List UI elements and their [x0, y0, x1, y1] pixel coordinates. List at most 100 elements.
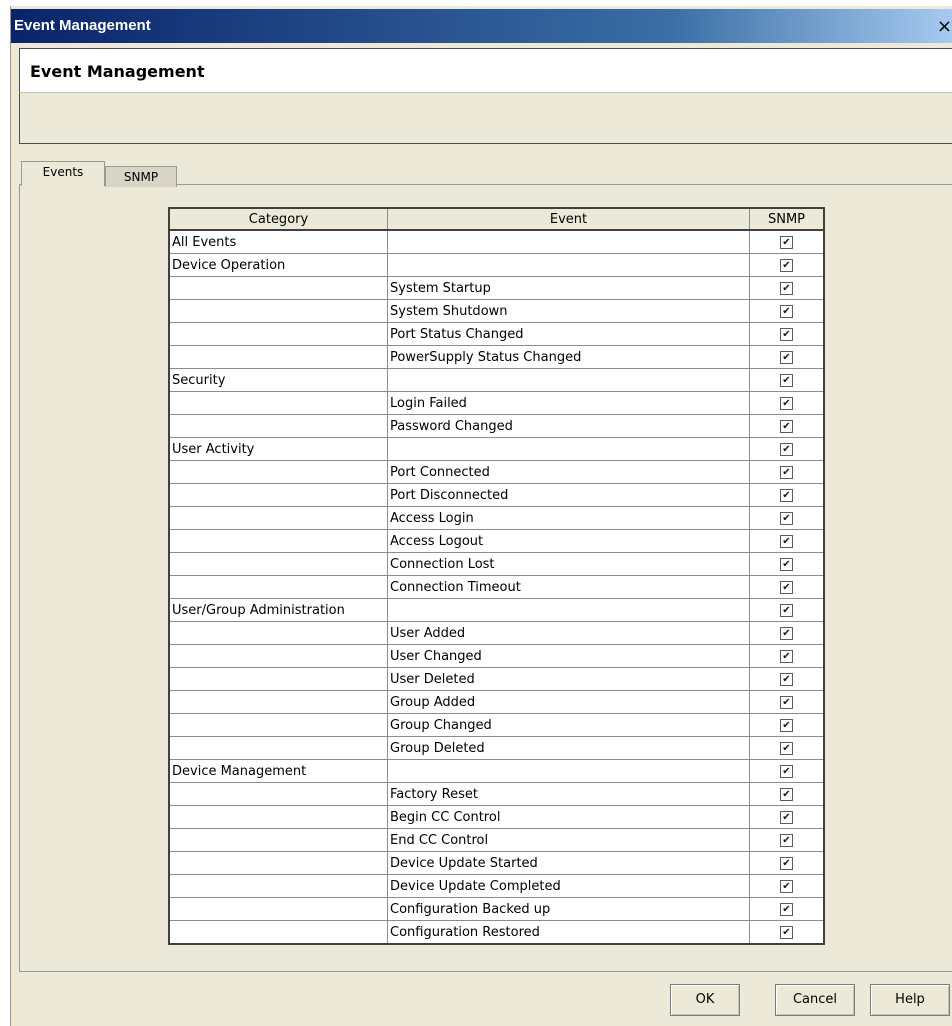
event-cell: Port Disconnected: [387, 483, 750, 507]
snmp-checkbox[interactable]: ✔: [780, 810, 793, 824]
table-row[interactable]: User Added ✔: [168, 621, 825, 645]
snmp-cell: ✔: [749, 253, 825, 277]
snmp-checkbox[interactable]: ✔: [780, 580, 793, 594]
table-row[interactable]: Group Deleted ✔: [168, 736, 825, 760]
snmp-cell: ✔: [749, 621, 825, 645]
snmp-checkbox[interactable]: ✔: [780, 350, 793, 364]
category-cell: [168, 575, 388, 599]
column-header-snmp[interactable]: SNMP: [749, 207, 825, 231]
event-cell: Begin CC Control: [387, 805, 750, 829]
table-row[interactable]: PowerSupply Status Changed ✔: [168, 345, 825, 369]
event-cell: Port Status Changed: [387, 322, 750, 346]
table-row[interactable]: Security ✔: [168, 368, 825, 392]
table-row[interactable]: Configuration Restored ✔: [168, 920, 825, 945]
snmp-cell: ✔: [749, 391, 825, 415]
snmp-checkbox[interactable]: ✔: [780, 718, 793, 732]
table-row[interactable]: User Changed ✔: [168, 644, 825, 668]
table-row[interactable]: System Shutdown ✔: [168, 299, 825, 323]
snmp-checkbox[interactable]: ✔: [780, 649, 793, 663]
table-row[interactable]: Group Changed ✔: [168, 713, 825, 737]
table-row[interactable]: Port Status Changed ✔: [168, 322, 825, 346]
table-row[interactable]: Device Operation ✔: [168, 253, 825, 277]
category-cell: Security: [168, 368, 388, 392]
snmp-cell: ✔: [749, 713, 825, 737]
snmp-cell: ✔: [749, 529, 825, 553]
table-row[interactable]: Port Connected ✔: [168, 460, 825, 484]
snmp-cell: ✔: [749, 851, 825, 875]
table-row[interactable]: Configuration Backed up ✔: [168, 897, 825, 921]
title-bar[interactable]: Event Management ×: [11, 9, 952, 43]
table-header-row: Category Event SNMP: [168, 207, 825, 231]
snmp-checkbox[interactable]: ✔: [780, 534, 793, 548]
table-row[interactable]: User Activity ✔: [168, 437, 825, 461]
table-row[interactable]: Device Update Started ✔: [168, 851, 825, 875]
category-cell: User Activity: [168, 437, 388, 461]
tab-snmp[interactable]: SNMP: [105, 166, 177, 187]
help-button[interactable]: Help: [870, 984, 950, 1016]
table-row[interactable]: System Startup ✔: [168, 276, 825, 300]
snmp-checkbox[interactable]: ✔: [780, 879, 793, 893]
snmp-checkbox[interactable]: ✔: [780, 327, 793, 341]
snmp-cell: ✔: [749, 644, 825, 668]
table-row[interactable]: Device Management ✔: [168, 759, 825, 783]
snmp-checkbox[interactable]: ✔: [780, 672, 793, 686]
snmp-checkbox[interactable]: ✔: [780, 925, 793, 939]
event-cell: User Added: [387, 621, 750, 645]
snmp-checkbox[interactable]: ✔: [780, 603, 793, 617]
table-row[interactable]: Begin CC Control ✔: [168, 805, 825, 829]
snmp-checkbox[interactable]: ✔: [780, 373, 793, 387]
snmp-checkbox[interactable]: ✔: [780, 442, 793, 456]
snmp-checkbox[interactable]: ✔: [780, 626, 793, 640]
table-row[interactable]: Access Logout ✔: [168, 529, 825, 553]
page-title: Event Management: [30, 62, 205, 81]
category-cell: [168, 667, 388, 691]
snmp-cell: ✔: [749, 690, 825, 714]
snmp-checkbox[interactable]: ✔: [780, 902, 793, 916]
table-row[interactable]: User/Group Administration ✔: [168, 598, 825, 622]
snmp-checkbox[interactable]: ✔: [780, 695, 793, 709]
close-icon[interactable]: ×: [937, 16, 952, 37]
tab-events[interactable]: Events: [21, 161, 105, 186]
snmp-checkbox[interactable]: ✔: [780, 281, 793, 295]
table-row[interactable]: Factory Reset ✔: [168, 782, 825, 806]
snmp-checkbox[interactable]: ✔: [780, 833, 793, 847]
table-row[interactable]: User Deleted ✔: [168, 667, 825, 691]
snmp-checkbox[interactable]: ✔: [780, 511, 793, 525]
table-row[interactable]: Connection Lost ✔: [168, 552, 825, 576]
snmp-checkbox[interactable]: ✔: [780, 258, 793, 272]
table-row[interactable]: Password Changed ✔: [168, 414, 825, 438]
category-cell: [168, 782, 388, 806]
event-cell: Connection Lost: [387, 552, 750, 576]
table-row[interactable]: End CC Control ✔: [168, 828, 825, 852]
snmp-checkbox[interactable]: ✔: [780, 741, 793, 755]
snmp-checkbox[interactable]: ✔: [780, 419, 793, 433]
snmp-checkbox[interactable]: ✔: [780, 764, 793, 778]
event-management-dialog: Event Management × Event Management Even…: [10, 6, 952, 1026]
snmp-checkbox[interactable]: ✔: [780, 488, 793, 502]
header-description-area: [19, 92, 952, 144]
table-row[interactable]: All Events ✔: [168, 229, 825, 254]
snmp-checkbox[interactable]: ✔: [780, 304, 793, 318]
category-cell: Device Management: [168, 759, 388, 783]
table-row[interactable]: Port Disconnected ✔: [168, 483, 825, 507]
table-row[interactable]: Group Added ✔: [168, 690, 825, 714]
cancel-button[interactable]: Cancel: [775, 984, 855, 1016]
snmp-checkbox[interactable]: ✔: [780, 557, 793, 571]
category-cell: [168, 276, 388, 300]
column-header-category[interactable]: Category: [168, 207, 388, 231]
snmp-checkbox[interactable]: ✔: [780, 396, 793, 410]
ok-button[interactable]: OK: [670, 984, 740, 1016]
table-row[interactable]: Login Failed ✔: [168, 391, 825, 415]
event-cell: User Changed: [387, 644, 750, 668]
snmp-checkbox[interactable]: ✔: [780, 787, 793, 801]
tab-events-label: Events: [42, 165, 84, 179]
snmp-checkbox[interactable]: ✔: [780, 465, 793, 479]
table-row[interactable]: Device Update Completed ✔: [168, 874, 825, 898]
event-cell: [387, 598, 750, 622]
table-row[interactable]: Connection Timeout ✔: [168, 575, 825, 599]
snmp-checkbox[interactable]: ✔: [780, 235, 793, 249]
table-row[interactable]: Access Login ✔: [168, 506, 825, 530]
snmp-cell: ✔: [749, 322, 825, 346]
column-header-event[interactable]: Event: [387, 207, 750, 231]
snmp-checkbox[interactable]: ✔: [780, 856, 793, 870]
